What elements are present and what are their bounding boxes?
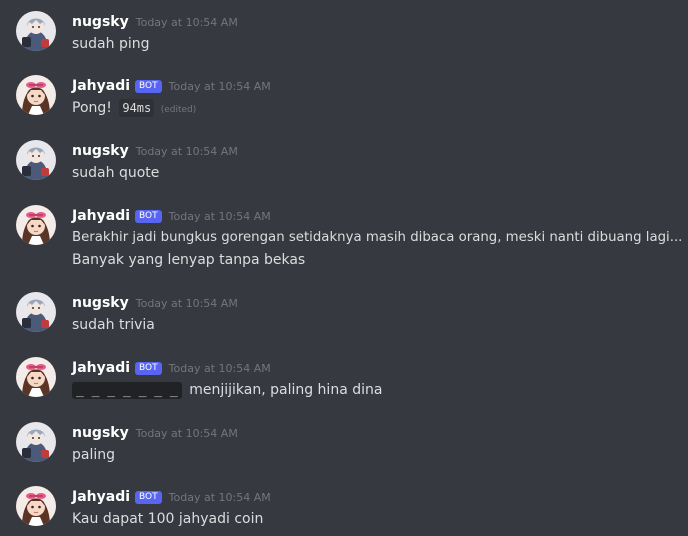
- message-content: _ _ _ _ _ _ _ menjijikan, paling hina di…: [72, 379, 382, 402]
- bot-avatar-icon: [16, 357, 56, 397]
- timestamp[interactable]: Today at 10:54 AM: [136, 427, 238, 440]
- message-header: Jahyadi BOT Today at 10:54 AM: [72, 75, 271, 97]
- message-text: Kau dapat 100 jahyadi coin: [72, 511, 264, 527]
- message-text-line: Banyak yang lenyap tanpa bekas: [72, 252, 306, 268]
- message-text: paling: [72, 447, 116, 463]
- message-text: Pong!: [72, 100, 112, 116]
- message-header: nugsky Today at 10:54 AM: [72, 11, 238, 33]
- bot-badge: BOT: [135, 209, 162, 223]
- message-content: paling: [72, 444, 115, 466]
- avatar[interactable]: [16, 11, 56, 51]
- message-header: Jahyadi BOT Today at 10:54 AM: [72, 486, 271, 508]
- timestamp[interactable]: Today at 10:54 AM: [169, 362, 271, 375]
- user-avatar-icon: [16, 422, 56, 462]
- message-content: sudah ping: [72, 33, 150, 55]
- username[interactable]: nugsky: [72, 425, 129, 441]
- bot-avatar-icon: [16, 486, 56, 526]
- message-content: Berakhir jadi bungkus gorengan setidakny…: [72, 227, 682, 271]
- bot-badge: BOT: [135, 490, 162, 504]
- timestamp[interactable]: Today at 10:54 AM: [169, 491, 271, 504]
- username[interactable]: Jahyadi: [72, 489, 130, 505]
- message-header: Jahyadi BOT Today at 10:54 AM: [72, 357, 271, 379]
- message-content: Kau dapat 100 jahyadi coin: [72, 508, 263, 530]
- avatar[interactable]: [16, 422, 56, 462]
- message-text-line: Berakhir jadi bungkus gorengan setidakny…: [72, 230, 683, 245]
- avatar[interactable]: [16, 292, 56, 332]
- message-header: Jahyadi BOT Today at 10:54 AM: [72, 205, 271, 227]
- user-avatar-icon: [16, 292, 56, 332]
- chat-message-list: nugsky Today at 10:54 AM sudah ping Jahy…: [0, 0, 688, 536]
- username[interactable]: nugsky: [72, 14, 129, 30]
- user-avatar-icon: [16, 140, 56, 180]
- message-content: sudah quote: [72, 162, 159, 184]
- avatar[interactable]: [16, 205, 56, 245]
- avatar[interactable]: [16, 75, 56, 115]
- avatar[interactable]: [16, 486, 56, 526]
- edited-label: (edited): [160, 105, 197, 115]
- user-avatar-icon: [16, 11, 56, 51]
- timestamp[interactable]: Today at 10:54 AM: [136, 145, 238, 158]
- message-text: sudah ping: [72, 36, 150, 52]
- bot-badge: BOT: [135, 79, 162, 93]
- timestamp[interactable]: Today at 10:54 AM: [169, 210, 271, 223]
- message-text: sudah quote: [72, 165, 160, 181]
- message-content: sudah trivia: [72, 314, 155, 336]
- message-text: menjijikan, paling hina dina: [189, 382, 383, 398]
- timestamp[interactable]: Today at 10:54 AM: [136, 297, 238, 310]
- message-header: nugsky Today at 10:54 AM: [72, 292, 238, 314]
- message-content: Pong! 94ms (edited): [72, 97, 196, 121]
- message-text: sudah trivia: [72, 317, 155, 333]
- blank-code-block: _ _ _ _ _ _ _: [72, 382, 182, 399]
- message-header: nugsky Today at 10:54 AM: [72, 140, 238, 162]
- username[interactable]: Jahyadi: [72, 208, 130, 224]
- bot-badge: BOT: [135, 361, 162, 375]
- bot-avatar-icon: [16, 205, 56, 245]
- username[interactable]: Jahyadi: [72, 360, 130, 376]
- bot-avatar-icon: [16, 75, 56, 115]
- username[interactable]: nugsky: [72, 143, 129, 159]
- username[interactable]: nugsky: [72, 295, 129, 311]
- timestamp[interactable]: Today at 10:54 AM: [136, 16, 238, 29]
- message-header: nugsky Today at 10:54 AM: [72, 422, 238, 444]
- avatar[interactable]: [16, 357, 56, 397]
- avatar[interactable]: [16, 140, 56, 180]
- timestamp[interactable]: Today at 10:54 AM: [169, 80, 271, 93]
- inline-code: 94ms: [119, 99, 155, 117]
- username[interactable]: Jahyadi: [72, 78, 130, 94]
